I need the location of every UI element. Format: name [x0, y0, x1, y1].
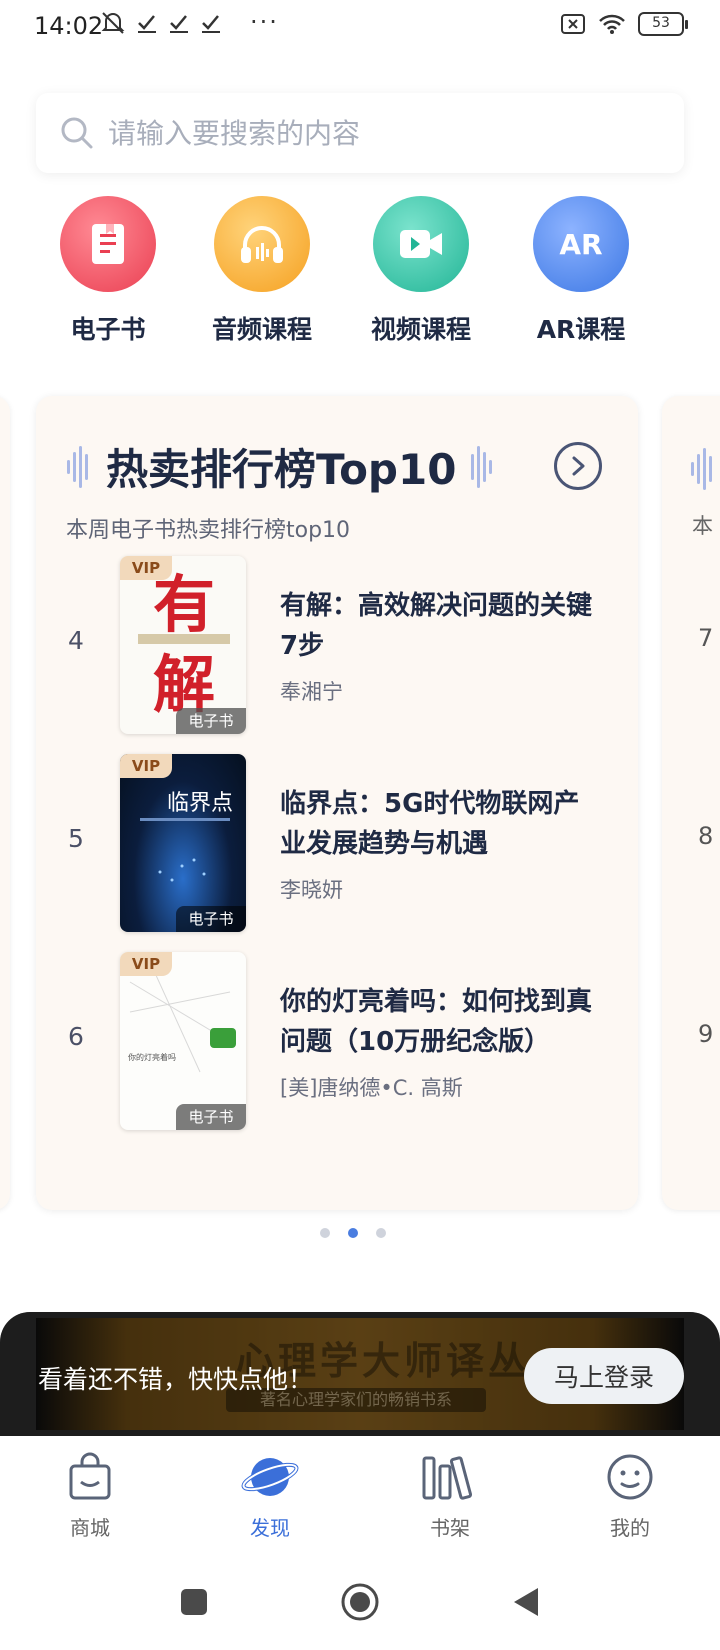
book-rank: 5 [68, 824, 84, 853]
nav-label: 发现 [250, 1516, 290, 1540]
ranking-title: 热卖排行榜Top10 [106, 445, 457, 494]
book-rank: 8 [698, 822, 714, 850]
category-grid: 电子书 音频课程 视频课程 AR AR课程 [0, 192, 720, 346]
book-author: 李晓妍 [280, 878, 343, 902]
category-label: AR课程 [536, 315, 626, 344]
book-item[interactable]: 6 你的灯亮着吗 VIP 电子书 你的灯亮着吗：如何找到真问题（10万册纪念版）… [36, 952, 638, 1132]
cover-title: 临界点 [167, 791, 233, 816]
home-button[interactable] [338, 1580, 382, 1624]
login-prompt-text: 看着还不错，快快点他！ [38, 1365, 314, 1394]
category-label: 视频课程 [370, 315, 471, 344]
book-rank: 4 [68, 626, 84, 655]
nav-label: 书架 [430, 1516, 470, 1540]
chevron-right-icon [572, 456, 585, 476]
status-bar: 14:02 ··· 53 [0, 0, 720, 56]
nav-item-store[interactable]: 商城 [0, 1452, 180, 1541]
pager-dot[interactable] [320, 1228, 330, 1238]
vip-badge: VIP [120, 556, 172, 580]
nav-label: 商城 [70, 1516, 110, 1540]
status-notification-icons [100, 10, 222, 36]
system-navigation-bar [0, 1556, 720, 1650]
category-label: 音频课程 [211, 315, 312, 344]
ar-icon: AR [529, 192, 633, 296]
next-card-peek[interactable]: 本 7 8 9 [662, 396, 720, 1210]
ebook-tag: 电子书 [176, 1104, 246, 1130]
category-video-course[interactable]: 视频课程 [346, 192, 496, 346]
back-button[interactable] [504, 1580, 548, 1624]
category-label: 电子书 [70, 315, 146, 344]
planet-icon [241, 1458, 299, 1496]
pager-dot[interactable] [376, 1228, 386, 1238]
sound-wave-icon [67, 445, 88, 488]
category-audio-course[interactable]: 音频课程 [187, 192, 337, 346]
book-rank: 9 [698, 1020, 714, 1048]
video-icon [369, 192, 473, 296]
shopping-bag-icon [69, 1452, 111, 1500]
triangle-back-icon [514, 1588, 538, 1616]
nav-label: 我的 [610, 1516, 650, 1540]
book-title: 你的灯亮着吗：如何找到真问题（10万册纪念版） [280, 987, 593, 1057]
book-title: 有解：高效解决问题的关键7步 [280, 591, 593, 661]
login-prompt-bar: 心理学大师译丛 著名心理学家们的畅销书系 看着还不错，快快点他！ 马上登录 [0, 1312, 720, 1436]
recent-apps-button[interactable] [172, 1580, 216, 1624]
ranking-more-button[interactable] [554, 442, 602, 490]
search-icon [61, 117, 93, 149]
nav-item-profile[interactable]: 我的 [540, 1452, 720, 1541]
sound-wave-icon [691, 448, 712, 490]
ebook-tag: 电子书 [176, 708, 246, 734]
bookshelf-icon [422, 1456, 473, 1500]
vip-badge: VIP [120, 952, 172, 976]
sim-off-icon [561, 14, 585, 34]
circle-icon [341, 1583, 379, 1621]
face-icon [607, 1454, 653, 1500]
ranking-subtitle: 本周电子书热卖排行榜top10 [66, 518, 351, 543]
book-cover: 临界点 VIP 电子书 [120, 754, 246, 932]
next-card-subtitle: 本 [692, 514, 713, 538]
nav-item-bookshelf[interactable]: 书架 [360, 1452, 540, 1541]
book-author: 奉湘宁 [280, 680, 343, 704]
ranking-card: 热卖排行榜Top10 本周电子书热卖排行榜top10 4 有 解 VIP 电子书… [36, 396, 638, 1210]
book-author: [美]唐纳德•C. 高斯 [280, 1076, 463, 1100]
vip-badge: VIP [120, 754, 172, 778]
nav-item-discover[interactable]: 发现 [180, 1452, 360, 1541]
category-ebook[interactable]: 电子书 [33, 192, 183, 346]
book-item[interactable]: 4 有 解 VIP 电子书 有解：高效解决问题的关键7步 奉湘宁 [36, 556, 638, 736]
login-button[interactable]: 马上登录 [524, 1348, 684, 1404]
book-cover: 有 解 VIP 电子书 [120, 556, 246, 734]
square-icon [181, 1589, 207, 1615]
book-cover: 你的灯亮着吗 VIP 电子书 [120, 952, 246, 1130]
sound-wave-icon [471, 445, 493, 488]
bottom-navigation: 商城 发现 书架 我的 [0, 1436, 720, 1556]
headphones-icon [210, 192, 314, 296]
ranking-card-header: 热卖排行榜Top10 [66, 436, 496, 497]
svg-text:AR: AR [559, 228, 602, 261]
carousel-pager [320, 1228, 386, 1238]
check-icon [170, 15, 188, 33]
battery-indicator: 53 [638, 12, 688, 36]
cover-title: 你的灯亮着吗 [128, 1052, 176, 1062]
mute-icon [101, 12, 125, 34]
status-time: 14:02 [34, 12, 104, 40]
search-bar[interactable] [36, 93, 684, 173]
status-system-icons: 53 [560, 12, 688, 36]
check-icon [202, 15, 220, 33]
ebook-tag: 电子书 [176, 906, 246, 932]
book-rank: 7 [698, 624, 714, 652]
previous-card-peek[interactable] [0, 396, 10, 1210]
wifi-icon [599, 14, 625, 34]
book-item[interactable]: 5 临界点 VIP 电子书 临界点：5G时代物联网产业发展趋势与机遇 李晓妍 [36, 754, 638, 934]
ebook-icon [56, 192, 160, 296]
more-notifications-icon: ··· [250, 8, 279, 36]
search-input[interactable] [108, 116, 648, 150]
book-title: 临界点：5G时代物联网产业发展趋势与机遇 [280, 789, 580, 859]
category-ar-course[interactable]: AR AR课程 [506, 192, 656, 346]
pager-dot-active[interactable] [348, 1228, 358, 1238]
book-rank: 6 [68, 1022, 84, 1051]
check-icon [138, 15, 156, 33]
